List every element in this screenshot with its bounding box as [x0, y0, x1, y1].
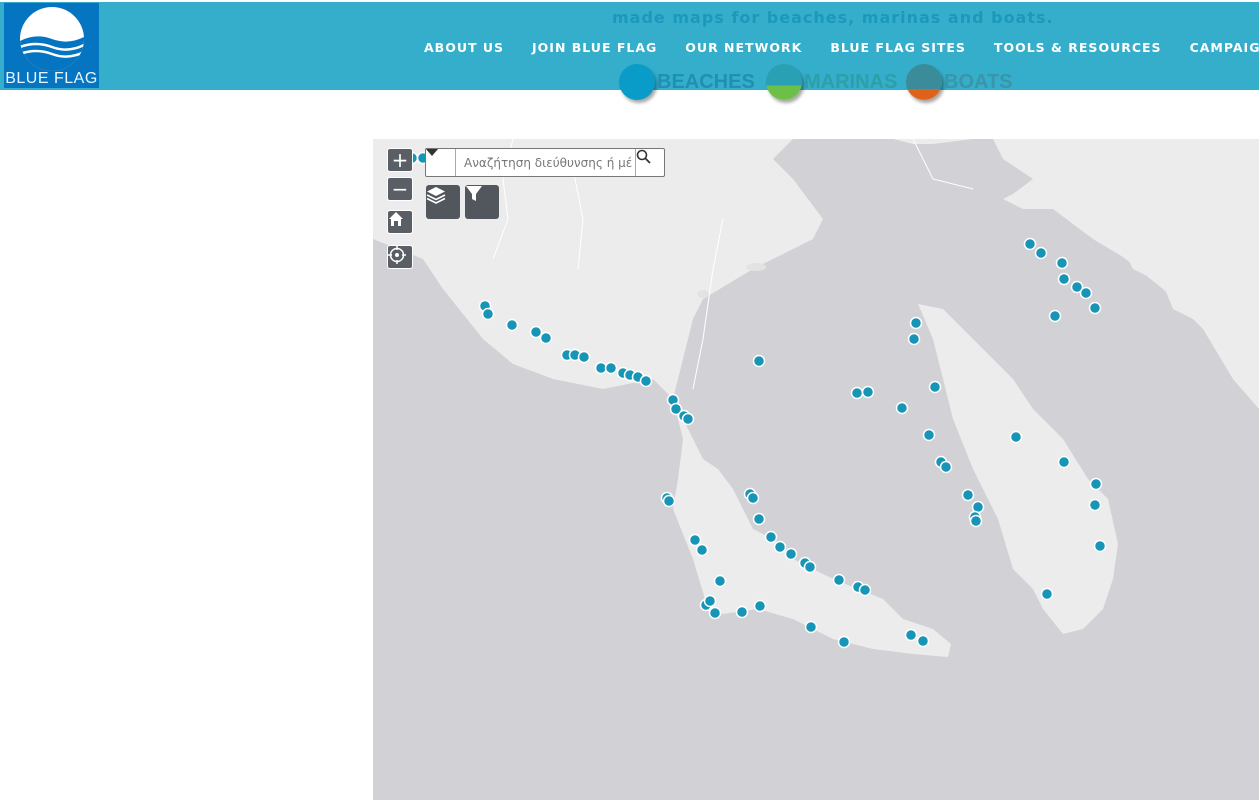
site-marker[interactable] [895, 401, 909, 415]
category-boats-label: BOATS [944, 70, 1013, 93]
category-beaches[interactable]: BEACHES [619, 64, 755, 100]
site-marker[interactable] [713, 574, 727, 588]
site-marker[interactable] [803, 560, 817, 574]
site-marker[interactable] [735, 605, 749, 619]
layers-icon [426, 187, 446, 204]
site-marker[interactable] [1057, 455, 1071, 469]
map-canvas[interactable] [373, 139, 1259, 800]
site-marker[interactable] [1088, 498, 1102, 512]
site-marker[interactable] [639, 374, 653, 388]
site-marker[interactable] [1079, 286, 1093, 300]
site-marker[interactable] [746, 491, 760, 505]
site-marker[interactable] [529, 325, 543, 339]
search-icon [636, 149, 651, 164]
nav-our-network[interactable]: OUR NETWORK [685, 40, 802, 55]
category-beaches-label: BEACHES [657, 70, 755, 93]
site-marker[interactable] [1034, 246, 1048, 260]
site-marker[interactable] [1023, 237, 1037, 251]
logo-text: BLUE FLAG [5, 70, 98, 87]
search-button[interactable] [635, 149, 664, 176]
site-marker[interactable] [784, 547, 798, 561]
locate-icon [388, 246, 406, 264]
nav-about-us[interactable]: ABOUT US [424, 40, 504, 55]
site-marker[interactable] [695, 543, 709, 557]
search-source-dropdown[interactable] [426, 149, 456, 176]
site-marker[interactable] [922, 428, 936, 442]
site-marker[interactable] [688, 533, 702, 547]
category-boats[interactable]: BOATS [906, 64, 1013, 100]
site-marker[interactable] [837, 635, 851, 649]
site-marker[interactable] [773, 540, 787, 554]
tagline: made maps for beaches, marinas and boats… [612, 8, 1054, 27]
home-icon [389, 212, 403, 226]
site-marker[interactable] [1089, 477, 1103, 491]
layers-button[interactable] [426, 185, 460, 219]
site-marker[interactable] [577, 350, 591, 364]
site-marker[interactable] [681, 412, 695, 426]
site-marker[interactable] [928, 380, 942, 394]
site-marker[interactable] [1055, 256, 1069, 270]
site-marker[interactable] [858, 583, 872, 597]
sites-map[interactable]: + − [373, 139, 1259, 800]
category-marinas-label: MARINAS [804, 70, 898, 93]
site-marker[interactable] [969, 514, 983, 528]
zoom-out-button[interactable]: − [387, 177, 413, 201]
site-marker[interactable] [752, 512, 766, 526]
site-marker[interactable] [604, 361, 618, 375]
site-marker[interactable] [1009, 430, 1023, 444]
site-marker[interactable] [1048, 309, 1062, 323]
main-nav: ABOUT US JOIN BLUE FLAG OUR NETWORK BLUE… [424, 40, 1259, 55]
site-marker[interactable] [505, 318, 519, 332]
site-marker[interactable] [703, 594, 717, 608]
site-marker[interactable] [832, 573, 846, 587]
marinas-dot-icon [766, 64, 802, 100]
flag-wave-icon [20, 7, 84, 71]
nav-campaigns[interactable]: CAMPAIGNS AND [1190, 40, 1259, 55]
site-marker[interactable] [916, 634, 930, 648]
site-marker[interactable] [764, 530, 778, 544]
filter-button[interactable] [465, 185, 499, 219]
site-marker[interactable] [850, 386, 864, 400]
site-marker[interactable] [909, 316, 923, 330]
filter-icon [466, 186, 482, 201]
site-marker[interactable] [1057, 272, 1071, 286]
chevron-down-icon [426, 149, 438, 156]
site-marker[interactable] [1088, 301, 1102, 315]
site-marker[interactable] [907, 332, 921, 346]
site-marker[interactable] [752, 354, 766, 368]
site-marker[interactable] [1040, 587, 1054, 601]
nav-blue-flag-sites[interactable]: BLUE FLAG SITES [830, 40, 966, 55]
nav-join-blue-flag[interactable]: JOIN BLUE FLAG [532, 40, 657, 55]
site-marker[interactable] [662, 494, 676, 508]
site-marker[interactable] [753, 599, 767, 613]
site-marker[interactable] [708, 606, 722, 620]
category-marinas[interactable]: MARINAS [766, 64, 897, 100]
nav-tools-resources[interactable]: TOOLS & RESOURCES [994, 40, 1162, 55]
home-button[interactable] [387, 210, 413, 234]
site-marker[interactable] [1093, 539, 1107, 553]
boats-dot-icon [906, 64, 942, 100]
site-marker[interactable] [481, 307, 495, 321]
site-marker[interactable] [904, 628, 918, 642]
beaches-dot-icon [619, 64, 655, 100]
site-marker[interactable] [539, 331, 553, 345]
zoom-in-button[interactable]: + [387, 148, 413, 172]
blue-flag-logo[interactable]: BLUE FLAG [4, 3, 99, 88]
address-search [425, 148, 665, 177]
site-marker[interactable] [804, 620, 818, 634]
locate-button[interactable] [387, 245, 413, 269]
site-marker[interactable] [961, 488, 975, 502]
site-marker[interactable] [861, 385, 875, 399]
site-marker[interactable] [939, 460, 953, 474]
search-input[interactable] [456, 149, 636, 176]
